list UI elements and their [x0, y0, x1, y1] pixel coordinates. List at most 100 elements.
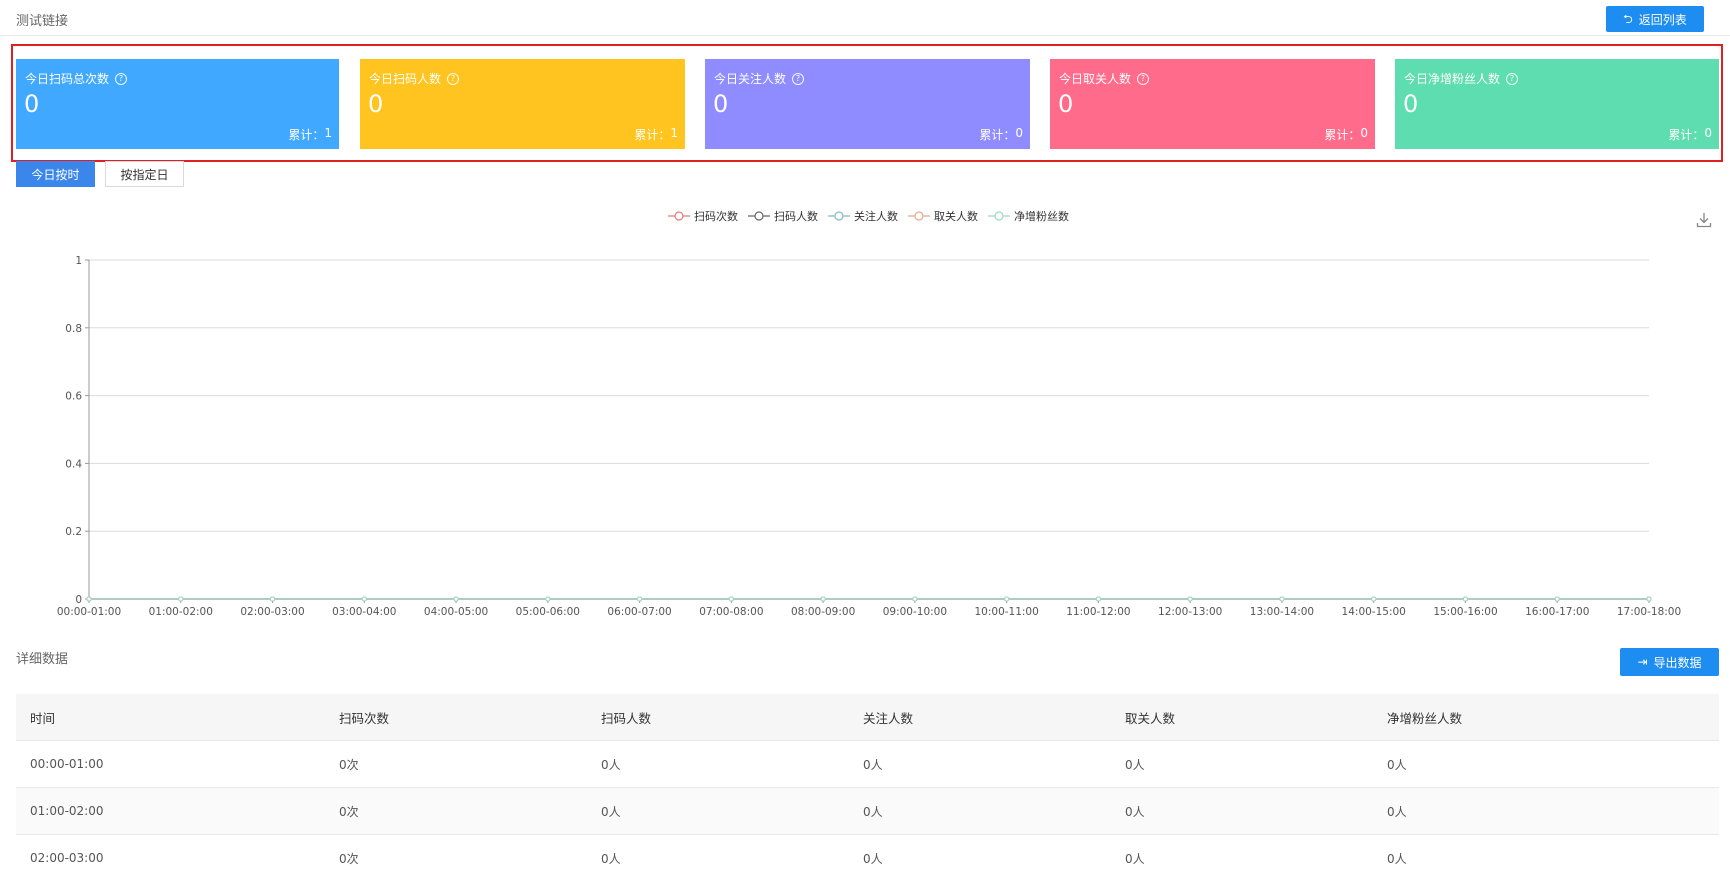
- mode-specific-day-button[interactable]: 按指定日: [105, 161, 184, 187]
- table-cell: 0人: [601, 851, 621, 866]
- data-point: [1371, 596, 1377, 602]
- legend-item-scan-count[interactable]: 扫码次数: [668, 208, 738, 224]
- column-header: 时间: [30, 710, 56, 726]
- stat-card-follows: 今日关注人数 ? 0 累计： 0: [705, 59, 1030, 149]
- data-point: [1095, 596, 1101, 602]
- column-header: 扫码人数: [601, 710, 652, 726]
- stat-title: 今日净增粉丝人数: [1404, 72, 1501, 86]
- x-tick-label: 17:00-18:00: [1617, 606, 1681, 618]
- legend-marker-icon: [668, 211, 690, 221]
- table-cell: 0人: [1387, 851, 1407, 866]
- x-tick-label: 02:00-03:00: [240, 606, 304, 618]
- page: 测试链接 ⮌ 返回列表 今日扫码总次数 ? 0 累计： 1 今日扫码人数 ? 0…: [0, 0, 1730, 870]
- page-title: 测试链接: [16, 14, 69, 29]
- legend-item-unfollows[interactable]: 取关人数: [908, 208, 978, 224]
- x-tick-label: 11:00-12:00: [1066, 606, 1130, 618]
- table-cell: 0人: [863, 804, 883, 819]
- table-cell: 0人: [1387, 757, 1407, 772]
- stat-total-value: 0: [1360, 126, 1368, 140]
- table-cell: 0次: [339, 804, 359, 819]
- stat-total-label: 累计：: [634, 128, 671, 142]
- export-button-label: 导出数据: [1653, 655, 1702, 670]
- data-point: [545, 596, 551, 602]
- data-point: [1004, 596, 1010, 602]
- x-tick-label: 09:00-10:00: [883, 606, 947, 618]
- y-tick-label: 0.6: [65, 391, 82, 403]
- stat-title: 今日扫码人数: [369, 72, 442, 86]
- stat-total: 累计： 1: [634, 126, 678, 143]
- download-icon[interactable]: [1695, 211, 1713, 229]
- data-point: [820, 596, 826, 602]
- stat-total: 累计： 1: [288, 126, 332, 143]
- chart-legend: 扫码次数 扫码人数 关注人数 取关人数 净增粉丝数: [668, 208, 1069, 224]
- help-icon[interactable]: ?: [447, 72, 460, 85]
- stat-total-value: 0: [1015, 126, 1023, 140]
- stat-title: 今日关注人数: [714, 72, 787, 86]
- table-cell: 01:00-02:00: [30, 804, 104, 818]
- stat-value: 0: [713, 90, 729, 118]
- legend-label: 净增粉丝数: [1014, 210, 1069, 223]
- x-tick-label: 13:00-14:00: [1250, 606, 1314, 618]
- y-tick-label: 0.2: [65, 526, 82, 538]
- header-bar: 测试链接 ⮌ 返回列表: [0, 0, 1730, 36]
- x-tick-label: 05:00-06:00: [516, 606, 580, 618]
- table-cell: 00:00-01:00: [30, 757, 104, 771]
- help-icon[interactable]: ?: [1506, 72, 1519, 85]
- legend-label: 扫码次数: [694, 210, 738, 223]
- data-point: [270, 596, 276, 602]
- table-cell: 0次: [339, 757, 359, 772]
- legend-marker-icon: [828, 211, 850, 221]
- x-tick-label: 04:00-05:00: [424, 606, 488, 618]
- legend-item-follows[interactable]: 关注人数: [828, 208, 898, 224]
- table-cell: 0人: [601, 757, 621, 772]
- help-icon[interactable]: ?: [1137, 72, 1150, 85]
- stat-total-label: 累计：: [1324, 128, 1361, 142]
- stat-value: 0: [1403, 90, 1419, 118]
- stat-total-label: 累计：: [288, 128, 325, 142]
- detail-section-title: 详细数据: [16, 652, 69, 667]
- table-row: 00:00-01:00 0次 0人 0人 0人 0人: [16, 741, 1719, 788]
- legend-item-net-fans[interactable]: 净增粉丝数: [988, 208, 1069, 224]
- data-point: [1646, 596, 1652, 602]
- legend-label: 取关人数: [934, 210, 978, 223]
- column-header: 扫码次数: [339, 710, 390, 726]
- stat-card-scan-count: 今日扫码总次数 ? 0 累计： 1: [16, 59, 339, 149]
- legend-marker-icon: [748, 211, 770, 221]
- data-point: [637, 596, 643, 602]
- table-header-row: 时间 扫码次数 扫码人数 关注人数 取关人数 净增粉丝人数: [16, 694, 1719, 741]
- table-row: 01:00-02:00 0次 0人 0人 0人 0人: [16, 788, 1719, 835]
- help-icon[interactable]: ?: [115, 72, 128, 85]
- data-point: [361, 596, 367, 602]
- stat-total: 累计： 0: [979, 126, 1023, 143]
- table-row: 02:00-03:00 0次 0人 0人 0人 0人: [16, 835, 1719, 870]
- stat-total: 累计： 0: [1324, 126, 1368, 143]
- line-chart: 0 0.2 0.4 0.6 0.8 1 00:00-01:00 01:00-02:00 02:0…: [57, 255, 1681, 618]
- stat-value: 0: [1058, 90, 1074, 118]
- table-cell: 0人: [863, 757, 883, 772]
- data-point: [728, 596, 734, 602]
- stat-value: 0: [368, 90, 384, 118]
- x-tick-label: 15:00-16:00: [1433, 606, 1497, 618]
- column-header: 关注人数: [863, 710, 914, 726]
- stat-total-label: 累计：: [979, 128, 1016, 142]
- legend-item-scan-users[interactable]: 扫码人数: [748, 208, 818, 224]
- table-cell: 0人: [1125, 757, 1145, 772]
- table-cell: 0人: [1125, 804, 1145, 819]
- x-tick-label: 07:00-08:00: [699, 606, 763, 618]
- back-to-list-button[interactable]: ⮌ 返回列表: [1606, 6, 1704, 32]
- stat-total-value: 1: [324, 126, 332, 140]
- table-cell: 02:00-03:00: [30, 851, 104, 865]
- x-tick-label: 01:00-02:00: [149, 606, 213, 618]
- mode-today-hourly-button[interactable]: 今日按时: [16, 161, 95, 187]
- help-icon[interactable]: ?: [792, 72, 805, 85]
- y-tick-label: 0.4: [65, 458, 82, 470]
- x-tick-label: 03:00-04:00: [332, 606, 396, 618]
- table-cell: 0人: [863, 851, 883, 866]
- detail-table: 时间 扫码次数 扫码人数 关注人数 取关人数 净增粉丝人数 00:00-01:0…: [16, 694, 1719, 870]
- back-button-label: 返回列表: [1638, 12, 1687, 27]
- export-data-button[interactable]: ⇥ 导出数据: [1620, 648, 1719, 676]
- x-tick-label: 06:00-07:00: [607, 606, 671, 618]
- data-point: [1462, 596, 1468, 602]
- x-tick-label: 14:00-15:00: [1342, 606, 1406, 618]
- data-point: [86, 596, 92, 602]
